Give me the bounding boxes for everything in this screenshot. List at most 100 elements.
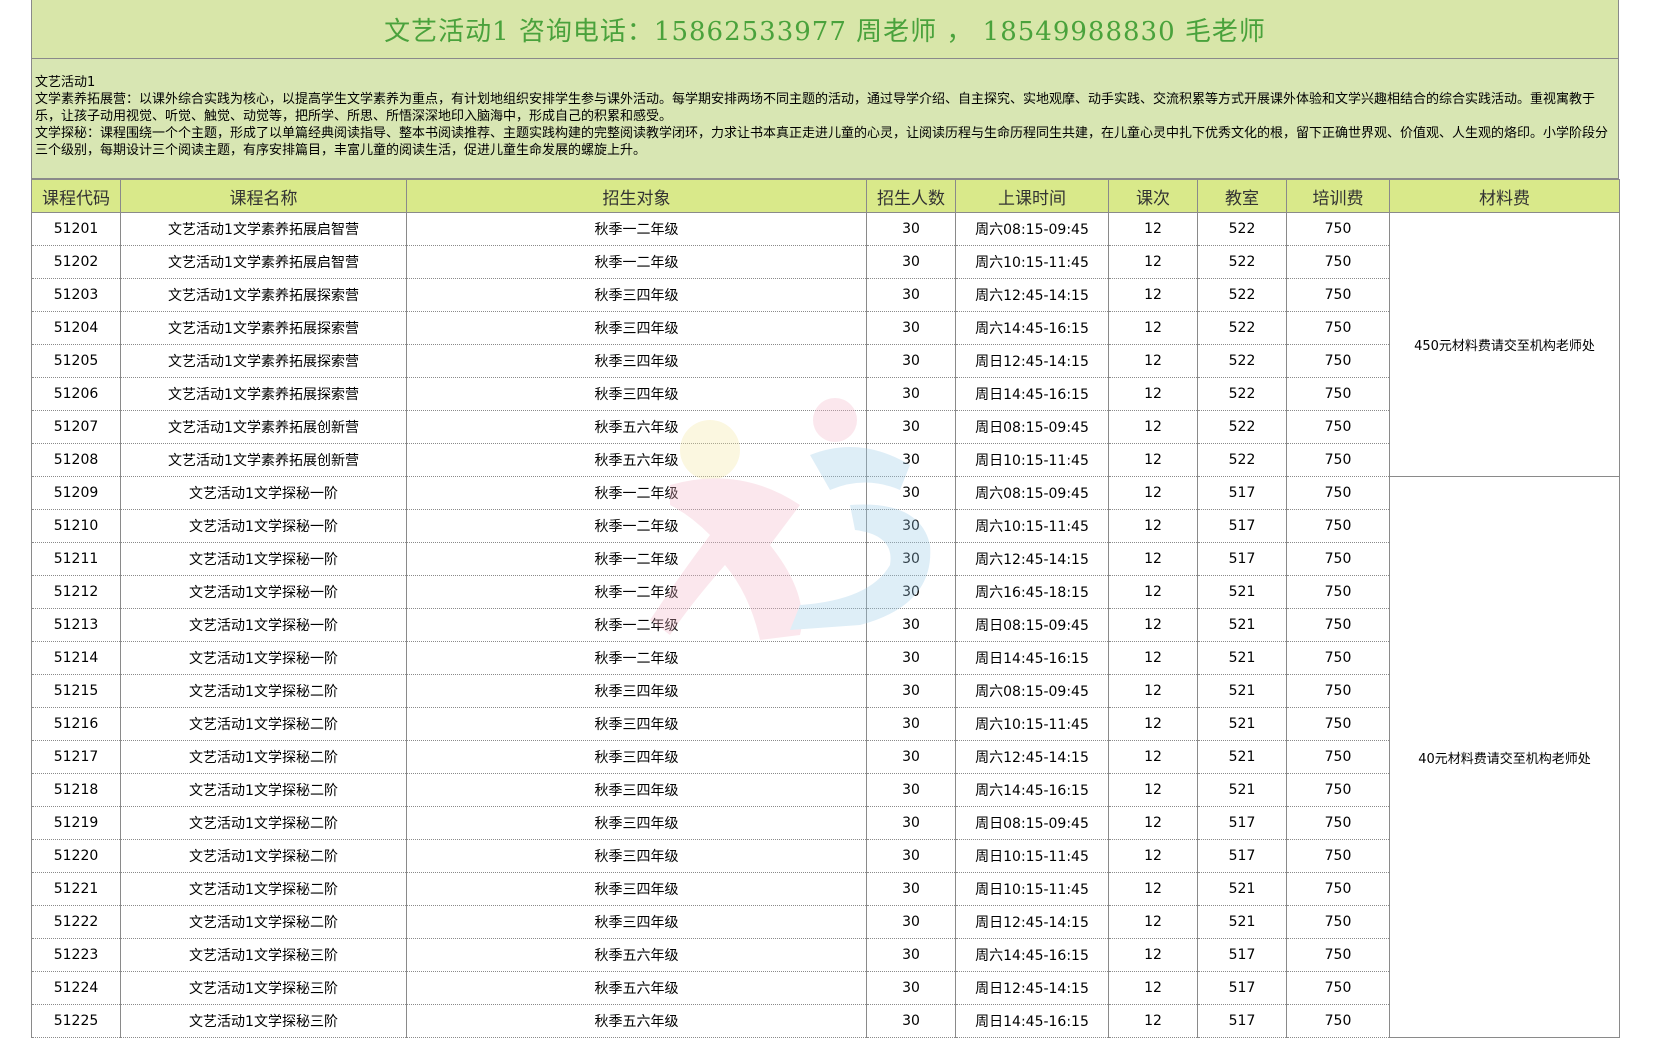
course-name-cell: 文艺活动1文学探秘一阶 <box>120 608 407 642</box>
column-header: 招生对象 <box>406 179 867 213</box>
sessions-cell: 12 <box>1108 872 1198 906</box>
fee-cell: 750 <box>1286 311 1390 345</box>
time-cell: 周日14:45-16:15 <box>955 377 1109 411</box>
sessions-cell: 12 <box>1108 542 1198 576</box>
fee-cell: 750 <box>1286 707 1390 741</box>
column-header: 材料费 <box>1389 179 1620 213</box>
room-cell: 517 <box>1197 971 1287 1005</box>
sessions-cell: 12 <box>1108 905 1198 939</box>
table-row: 51220 文艺活动1文学探秘二阶 秋季三四年级 30 周日10:15-11:45 12 5… <box>31 839 1620 873</box>
sessions-cell: 12 <box>1108 839 1198 873</box>
capacity-cell: 30 <box>866 641 956 675</box>
sessions-cell: 12 <box>1108 377 1198 411</box>
fee-cell: 750 <box>1286 740 1390 774</box>
time-cell: 周六14:45-16:15 <box>955 773 1109 807</box>
time-cell: 周日12:45-14:15 <box>955 905 1109 939</box>
course-code-cell: 51213 <box>31 608 121 642</box>
room-cell: 522 <box>1197 443 1287 477</box>
time-cell: 周六12:45-14:15 <box>955 542 1109 576</box>
column-header: 招生人数 <box>866 179 956 213</box>
course-code-cell: 51208 <box>31 443 121 477</box>
room-cell: 521 <box>1197 641 1287 675</box>
capacity-cell: 30 <box>866 938 956 972</box>
fee-cell: 750 <box>1286 839 1390 873</box>
course-name-cell: 文艺活动1文学探秘三阶 <box>120 1004 407 1038</box>
room-cell: 522 <box>1197 245 1287 279</box>
fee-cell: 750 <box>1286 212 1390 246</box>
room-cell: 521 <box>1197 773 1287 807</box>
course-code-cell: 51211 <box>31 542 121 576</box>
room-cell: 521 <box>1197 674 1287 708</box>
target-cell: 秋季五六年级 <box>406 971 867 1005</box>
intro-line-1: 文艺活动1 <box>35 75 96 90</box>
target-cell: 秋季三四年级 <box>406 674 867 708</box>
course-code-cell: 51218 <box>31 773 121 807</box>
target-cell: 秋季一二年级 <box>406 542 867 576</box>
fee-cell: 750 <box>1286 377 1390 411</box>
course-name-cell: 文艺活动1文学探秘二阶 <box>120 872 407 906</box>
capacity-cell: 30 <box>866 476 956 510</box>
course-name-cell: 文艺活动1文学探秘二阶 <box>120 707 407 741</box>
target-cell: 秋季三四年级 <box>406 344 867 378</box>
intro-line-3: 文学探秘：课程围绕一个个主题，形成了以单篇经典阅读指导、整本书阅读推荐、主题实践… <box>35 126 1609 158</box>
target-cell: 秋季三四年级 <box>406 707 867 741</box>
capacity-cell: 30 <box>866 443 956 477</box>
table-row: 51218 文艺活动1文学探秘二阶 秋季三四年级 30 周六14:45-16:15 12 5… <box>31 773 1620 807</box>
course-name-cell: 文艺活动1文学素养拓展启智营 <box>120 212 407 246</box>
target-cell: 秋季三四年级 <box>406 806 867 840</box>
target-cell: 秋季三四年级 <box>406 773 867 807</box>
table-row: 51202 文艺活动1文学素养拓展启智营 秋季一二年级 30 周六10:15-11:45… <box>31 245 1620 279</box>
target-cell: 秋季三四年级 <box>406 740 867 774</box>
course-name-cell: 文艺活动1文学素养拓展创新营 <box>120 443 407 477</box>
table-row: 51212 文艺活动1文学探秘一阶 秋季一二年级 30 周六16:45-18:15 12 5… <box>31 575 1620 609</box>
target-cell: 秋季三四年级 <box>406 905 867 939</box>
fee-cell: 750 <box>1286 806 1390 840</box>
course-code-cell: 51219 <box>31 806 121 840</box>
capacity-cell: 30 <box>866 311 956 345</box>
table-body: 51201 文艺活动1文学素养拓展启智营 秋季一二年级 30 周六08:15-09:45… <box>31 212 1620 1038</box>
capacity-cell: 30 <box>866 674 956 708</box>
course-code-cell: 51204 <box>31 311 121 345</box>
course-code-cell: 51205 <box>31 344 121 378</box>
target-cell: 秋季三四年级 <box>406 872 867 906</box>
course-code-cell: 51221 <box>31 872 121 906</box>
fee-cell: 750 <box>1286 410 1390 444</box>
course-code-cell: 51225 <box>31 1004 121 1038</box>
table-row: 51219 文艺活动1文学探秘二阶 秋季三四年级 30 周日08:15-09:45 12 5… <box>31 806 1620 840</box>
fee-cell: 750 <box>1286 344 1390 378</box>
room-cell: 522 <box>1197 212 1287 246</box>
course-code-cell: 51202 <box>31 245 121 279</box>
fee-cell: 750 <box>1286 674 1390 708</box>
sessions-cell: 12 <box>1108 212 1198 246</box>
fee-cell: 750 <box>1286 971 1390 1005</box>
course-table: 课程代码 课程名称 招生对象 招生人数 上课时间 课次 教室 培训费 材料费 51201 文艺活动… <box>31 179 1620 1038</box>
sessions-cell: 12 <box>1108 641 1198 675</box>
time-cell: 周六12:45-14:15 <box>955 740 1109 774</box>
course-name-cell: 文艺活动1文学素养拓展探索营 <box>120 278 407 312</box>
time-cell: 周六10:15-11:45 <box>955 509 1109 543</box>
course-name-cell: 文艺活动1文学探秘一阶 <box>120 575 407 609</box>
time-cell: 周日12:45-14:15 <box>955 971 1109 1005</box>
target-cell: 秋季五六年级 <box>406 410 867 444</box>
sessions-cell: 12 <box>1108 575 1198 609</box>
fee-cell: 750 <box>1286 608 1390 642</box>
target-cell: 秋季一二年级 <box>406 509 867 543</box>
course-code-cell: 51210 <box>31 509 121 543</box>
material-fee-note: 450元材料费请交至机构老师处 <box>1389 212 1620 477</box>
target-cell: 秋季三四年级 <box>406 377 867 411</box>
table-header-row: 课程代码 课程名称 招生对象 招生人数 上课时间 课次 教室 培训费 材料费 <box>31 179 1620 213</box>
capacity-cell: 30 <box>866 806 956 840</box>
target-cell: 秋季一二年级 <box>406 641 867 675</box>
course-name-cell: 文艺活动1文学探秘二阶 <box>120 839 407 873</box>
room-cell: 522 <box>1197 377 1287 411</box>
course-name-cell: 文艺活动1文学探秘一阶 <box>120 509 407 543</box>
course-name-cell: 文艺活动1文学探秘三阶 <box>120 971 407 1005</box>
target-cell: 秋季一二年级 <box>406 245 867 279</box>
capacity-cell: 30 <box>866 278 956 312</box>
course-code-cell: 51223 <box>31 938 121 972</box>
room-cell: 517 <box>1197 509 1287 543</box>
fee-cell: 750 <box>1286 542 1390 576</box>
room-cell: 517 <box>1197 839 1287 873</box>
target-cell: 秋季五六年级 <box>406 938 867 972</box>
sessions-cell: 12 <box>1108 245 1198 279</box>
